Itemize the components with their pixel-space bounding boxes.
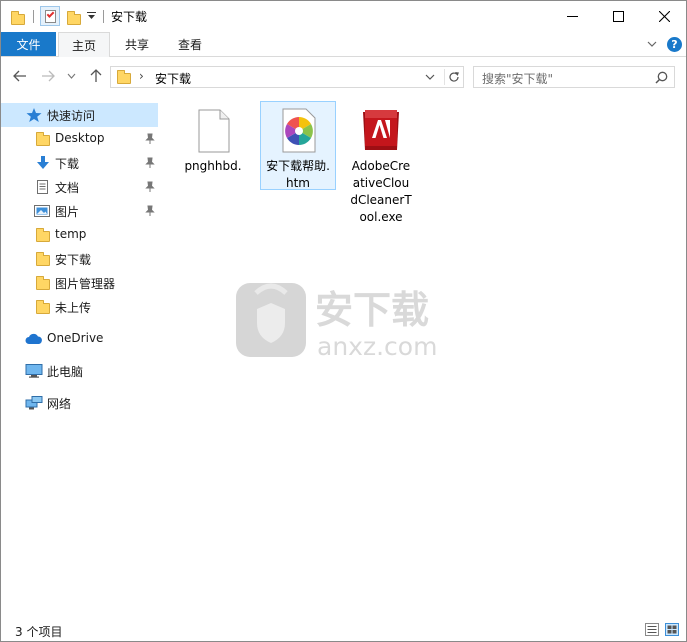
tab-home[interactable]: 主页 — [58, 32, 110, 57]
pin-icon[interactable] — [145, 181, 155, 192]
sidebar-item-label: 文档 — [55, 181, 80, 195]
up-button[interactable] — [86, 65, 106, 87]
folder-icon — [36, 276, 50, 290]
tab-view[interactable]: 查看 — [164, 32, 216, 56]
item-count: 3 个项目 — [15, 625, 63, 639]
sidebar-item-anxz[interactable]: 安下载 — [1, 247, 158, 271]
sidebar-item-downloads[interactable]: 下载 — [1, 151, 158, 175]
pin-icon[interactable] — [145, 157, 155, 168]
ribbon-tabs: 文件 主页 共享 查看 ? — [1, 32, 686, 57]
forward-arrow-icon — [42, 70, 55, 82]
folder-icon — [36, 228, 50, 242]
properties-icon[interactable] — [40, 6, 60, 26]
cloud-icon — [25, 333, 42, 344]
search-input[interactable]: 搜索"安下载" — [482, 70, 553, 87]
large-icons-view-icon[interactable] — [665, 623, 679, 636]
file-name: 安下载帮助.htm — [266, 159, 330, 190]
search-box[interactable]: 搜索"安下载" — [473, 66, 675, 88]
tab-file[interactable]: 文件 — [1, 32, 56, 56]
recent-locations-button[interactable] — [64, 65, 78, 87]
close-icon — [658, 11, 670, 22]
sidebar-item-label: temp — [55, 227, 87, 241]
sidebar-item-this-pc[interactable]: 此电脑 — [1, 359, 158, 383]
address-bar[interactable]: › 安下载 — [110, 66, 464, 88]
new-folder-icon[interactable] — [67, 7, 81, 27]
forward-button[interactable] — [38, 65, 58, 87]
sidebar-item-label: 下载 — [55, 157, 80, 171]
sidebar-item-picture-manager[interactable]: 图片管理器 — [1, 271, 158, 295]
sidebar-item-quick-access[interactable]: 快速访问 — [1, 103, 158, 127]
sidebar-item-label: 网络 — [47, 397, 72, 411]
htm-colorwheel-icon — [282, 108, 316, 153]
folder-icon — [36, 300, 50, 314]
navigation-bar: › 安下载 搜索"安下载" — [1, 59, 686, 94]
network-icon — [25, 396, 43, 410]
address-dropdown-icon[interactable] — [425, 72, 435, 82]
details-view-icon[interactable] — [645, 623, 659, 636]
sidebar-item-label: 图片 — [55, 205, 80, 219]
status-bar: 3 个项目 — [1, 619, 686, 641]
computer-icon — [25, 364, 43, 378]
sidebar-item-label: 未上传 — [55, 301, 92, 315]
sidebar-item-label: 快速访问 — [47, 109, 96, 123]
search-icon[interactable] — [655, 71, 668, 84]
download-arrow-icon — [37, 156, 49, 169]
pin-icon[interactable] — [145, 133, 155, 144]
sidebar-item-desktop[interactable]: Desktop — [1, 127, 158, 151]
refresh-icon — [448, 72, 459, 82]
breadcrumb-separator[interactable]: › — [139, 69, 144, 83]
sidebar-item-documents[interactable]: 文档 — [1, 175, 158, 199]
maximize-icon — [612, 11, 624, 22]
breadcrumb-current[interactable]: 安下载 — [155, 70, 191, 87]
sidebar-item-pictures[interactable]: 图片 — [1, 199, 158, 223]
sidebar-item-label: 安下载 — [55, 253, 92, 267]
chevron-down-icon — [67, 73, 75, 79]
title-bar: 安下载 — [1, 1, 686, 32]
file-item-selected[interactable]: 安下载帮助.htm — [260, 101, 336, 190]
tab-share[interactable]: 共享 — [112, 32, 162, 56]
help-icon[interactable]: ? — [667, 37, 682, 52]
pin-icon[interactable] — [145, 205, 155, 216]
file-item[interactable]: AdobeCreativeCloudCleanerTool.exe — [346, 102, 416, 229]
sidebar-item-label: OneDrive — [47, 331, 104, 345]
close-button[interactable] — [641, 1, 687, 32]
back-arrow-icon — [13, 70, 26, 82]
blank-file-icon — [198, 109, 230, 153]
star-icon — [26, 108, 42, 122]
document-icon — [37, 180, 48, 194]
sidebar-item-temp[interactable]: temp — [1, 223, 158, 247]
file-name: AdobeCreativeCloudCleanerTool.exe — [350, 159, 412, 224]
sidebar-item-onedrive[interactable]: OneDrive — [1, 327, 158, 351]
file-list: pnghhbd. 安下载帮助.htm AdobeCreativeCloudCle… — [166, 98, 686, 618]
sidebar-item-label: Desktop — [55, 131, 105, 145]
divider — [33, 10, 34, 23]
sidebar-item-label: 图片管理器 — [55, 277, 116, 291]
folder-icon — [36, 132, 50, 146]
adobe-exe-icon — [363, 110, 399, 150]
navigation-pane: 快速访问 Desktop 下载 文档 图片 temp 安下载 图片管理器 未上传… — [1, 98, 161, 618]
folder-icon — [117, 70, 131, 84]
minimize-icon — [566, 15, 578, 17]
file-item[interactable]: pnghhbd. — [176, 102, 250, 178]
sidebar-item-network[interactable]: 网络 — [1, 391, 158, 415]
minimize-button[interactable] — [549, 1, 595, 32]
file-name: pnghhbd. — [184, 159, 242, 173]
divider — [103, 10, 104, 23]
window-title: 安下载 — [111, 10, 148, 24]
sidebar-item-label: 此电脑 — [47, 365, 84, 379]
explorer-window: 安下载 文件 主页 共享 查看 ? › 安下载 搜索"安下载" 快速访问 Des… — [0, 0, 687, 642]
picture-icon — [34, 205, 50, 217]
customize-toolbar-icon[interactable] — [87, 11, 96, 21]
up-arrow-icon — [90, 69, 102, 82]
maximize-button[interactable] — [595, 1, 641, 32]
refresh-button[interactable] — [444, 69, 462, 85]
expand-ribbon-icon[interactable] — [647, 39, 657, 49]
back-button[interactable] — [10, 65, 30, 87]
folder-icon[interactable] — [11, 7, 25, 27]
sidebar-item-not-uploaded[interactable]: 未上传 — [1, 295, 158, 319]
folder-icon — [36, 252, 50, 266]
